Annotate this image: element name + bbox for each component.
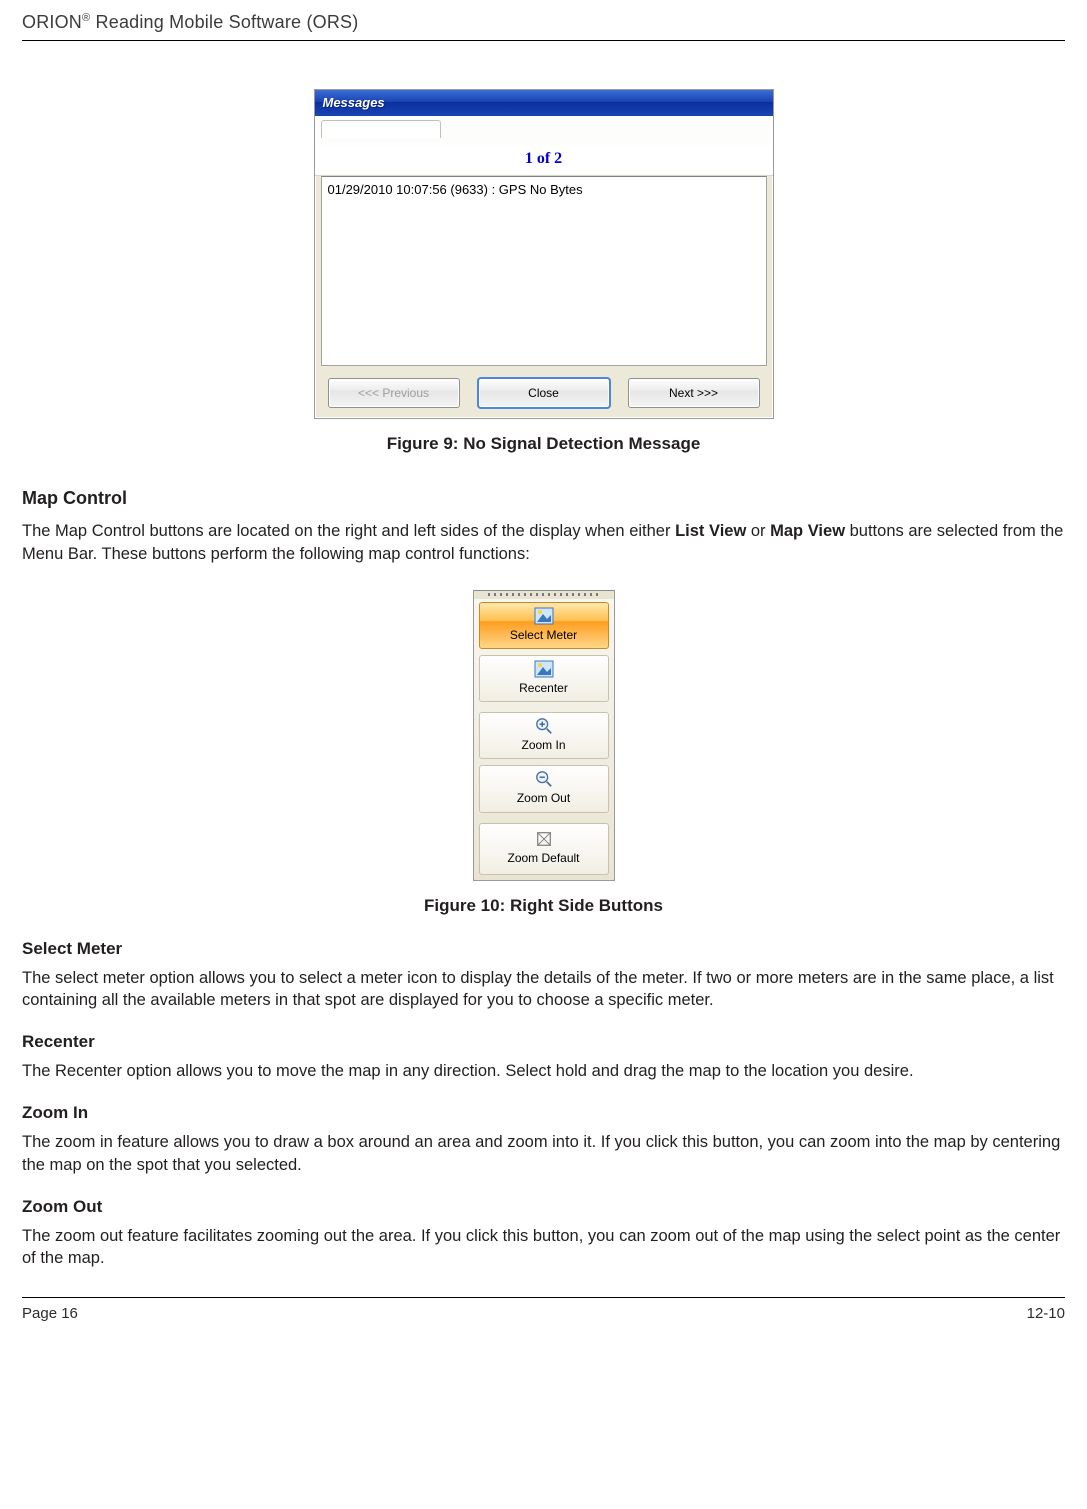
map-control-heading: Map Control — [22, 486, 1065, 510]
toolbar-separator — [474, 705, 614, 709]
figure-9: Messages 1 of 2 01/29/2010 10:07:56 (963… — [22, 89, 1065, 456]
figure-10: Select Meter Recenter Zoom In — [22, 583, 1065, 918]
select-meter-heading: Select Meter — [22, 938, 1065, 961]
zoom-in-button[interactable]: Zoom In — [479, 712, 609, 759]
close-button[interactable]: Close — [478, 378, 610, 408]
dialog-titlebar: Messages — [315, 90, 773, 116]
running-head: ORION® Reading Mobile Software (ORS) — [22, 10, 1065, 34]
page-number-left: Page 16 — [22, 1304, 78, 1324]
select-meter-label: Select Meter — [510, 627, 577, 643]
image-icon — [534, 607, 554, 625]
zoom-default-button[interactable]: Zoom Default — [479, 823, 609, 875]
dialog-title: Messages — [323, 95, 385, 110]
zoom-in-body: The zoom in feature allows you to draw a… — [22, 1131, 1065, 1176]
zoom-default-label: Zoom Default — [507, 850, 579, 866]
messages-dialog: Messages 1 of 2 01/29/2010 10:07:56 (963… — [314, 89, 774, 419]
zoom-in-label: Zoom In — [521, 737, 565, 753]
select-meter-button[interactable]: Select Meter — [479, 602, 609, 649]
image-icon — [534, 660, 554, 678]
message-counter: 1 of 2 — [315, 146, 773, 177]
header-rule — [22, 40, 1065, 41]
dialog-tab[interactable] — [321, 120, 441, 138]
zoom-out-button[interactable]: Zoom Out — [479, 765, 609, 812]
map-control-mid: or — [746, 522, 770, 540]
right-side-toolbar: Select Meter Recenter Zoom In — [473, 590, 615, 881]
recenter-label: Recenter — [519, 680, 568, 696]
running-head-post: Reading Mobile Software (ORS) — [90, 12, 358, 32]
zoom-in-icon — [534, 717, 554, 735]
toolbar-separator-2 — [474, 816, 614, 820]
list-view-term: List View — [675, 522, 746, 540]
figure-10-caption: Figure 10: Right Side Buttons — [22, 895, 1065, 918]
figure-9-caption: Figure 9: No Signal Detection Message — [22, 433, 1065, 456]
zoom-out-heading: Zoom Out — [22, 1196, 1065, 1219]
map-control-pre: The Map Control buttons are located on t… — [22, 522, 675, 540]
zoom-out-body: The zoom out feature facilitates zooming… — [22, 1225, 1065, 1270]
zoom-out-label: Zoom Out — [517, 790, 570, 806]
message-line: 01/29/2010 10:07:56 (9633) : GPS No Byte… — [328, 182, 583, 197]
page-footer: Page 16 12-10 — [22, 1304, 1065, 1324]
map-control-intro: The Map Control buttons are located on t… — [22, 520, 1065, 565]
recenter-button[interactable]: Recenter — [479, 655, 609, 702]
select-meter-body: The select meter option allows you to se… — [22, 967, 1065, 1012]
message-pane: 01/29/2010 10:07:56 (9633) : GPS No Byte… — [321, 176, 767, 366]
page-number-right: 12-10 — [1027, 1304, 1065, 1324]
previous-button[interactable]: <<< Previous — [328, 378, 460, 408]
recenter-body: The Recenter option allows you to move t… — [22, 1060, 1065, 1082]
running-head-pre: ORION — [22, 12, 82, 32]
recenter-heading: Recenter — [22, 1031, 1065, 1054]
toolbar-grip[interactable] — [474, 590, 614, 599]
next-button[interactable]: Next >>> — [628, 378, 760, 408]
map-view-term: Map View — [770, 522, 845, 540]
dialog-tab-strip — [315, 116, 773, 145]
message-counter-text: 1 of 2 — [525, 150, 562, 167]
zoom-out-icon — [534, 770, 554, 788]
footer-rule — [22, 1297, 1065, 1298]
zoom-in-heading: Zoom In — [22, 1102, 1065, 1125]
reset-icon — [534, 830, 554, 848]
dialog-button-row: <<< Previous Close Next >>> — [315, 372, 773, 418]
